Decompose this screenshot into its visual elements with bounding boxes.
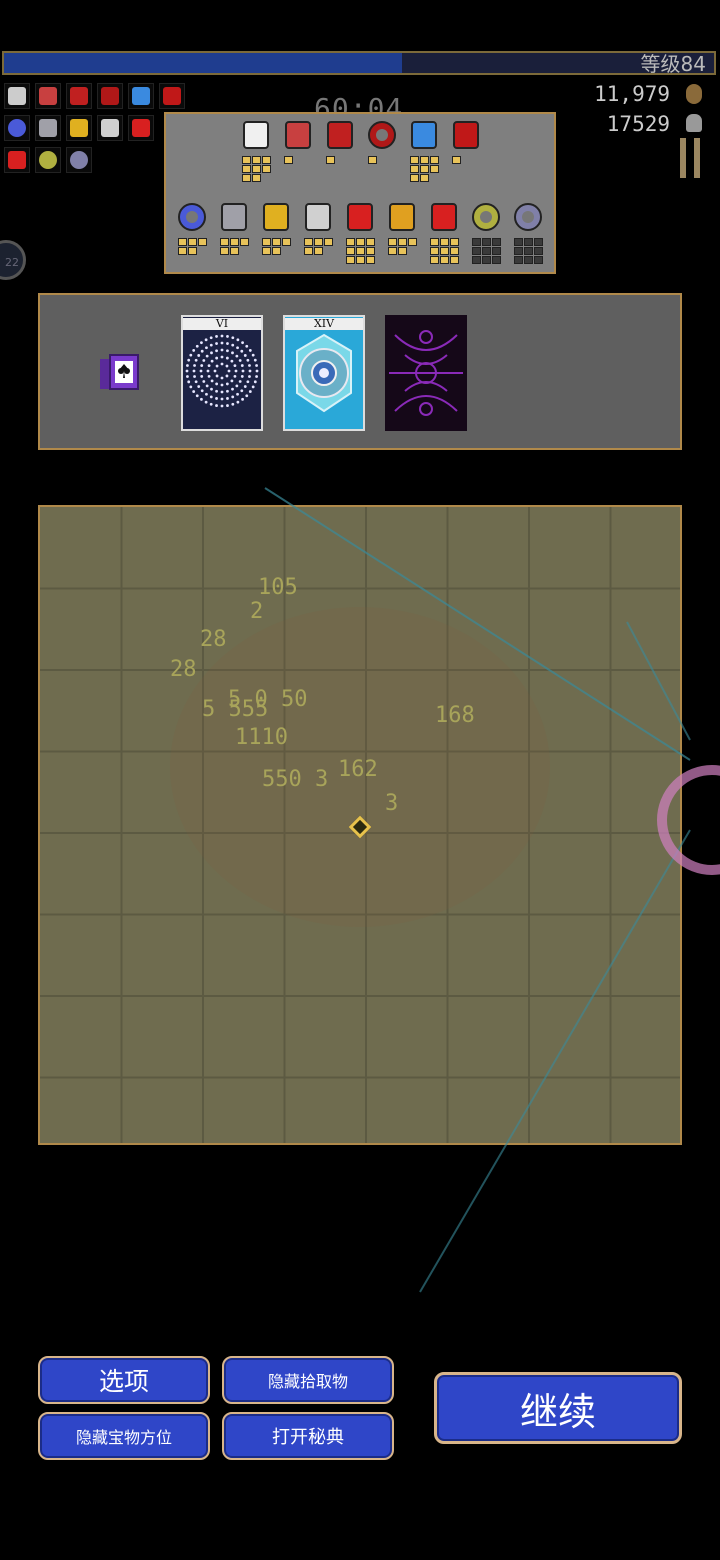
- level-pips: [404, 156, 444, 182]
- level-pips: [508, 238, 548, 264]
- silver-ring-icon: [66, 147, 92, 173]
- inventory-slot[interactable]: [362, 118, 402, 198]
- kill-counter: 17529: [606, 112, 670, 136]
- diamond-icon: [35, 83, 61, 109]
- level-pips: [382, 238, 422, 255]
- armor-icon: [35, 115, 61, 141]
- arrow-icon: [128, 115, 154, 141]
- inventory-slot[interactable]: [172, 200, 212, 280]
- heart-icon: [97, 115, 123, 141]
- cage-icon: [259, 200, 293, 234]
- open-codex-button[interactable]: 打开秘典: [222, 1412, 394, 1460]
- inventory-slot[interactable]: [298, 200, 338, 280]
- orb-icon: [4, 115, 30, 141]
- level-pips: [424, 238, 464, 264]
- inventory-slot[interactable]: [508, 200, 548, 280]
- red-cross-icon: [427, 200, 461, 234]
- red-arrow-icon: [343, 200, 377, 234]
- damage-number: 28: [200, 627, 227, 652]
- inventory-slot[interactable]: [320, 118, 360, 198]
- inventory-slot[interactable]: [382, 200, 422, 280]
- gold-counter: 11,979: [594, 82, 670, 106]
- book-icon: [323, 118, 357, 152]
- level-pips: [466, 238, 506, 264]
- inventory-slot[interactable]: [404, 118, 444, 198]
- inventory-slot[interactable]: [340, 200, 380, 280]
- level-pips: [298, 238, 338, 255]
- heart-icon: [301, 200, 335, 234]
- xp-fill: [4, 53, 402, 73]
- magic-wand-icon: [128, 83, 154, 109]
- level-pips: [256, 238, 296, 255]
- gold-ring-icon: [469, 200, 503, 234]
- damage-number: 162: [338, 757, 378, 782]
- card-numeral: XIV: [285, 318, 363, 330]
- spiral-icon: [365, 118, 399, 152]
- coin-icon: [686, 84, 702, 104]
- inventory-panel: [164, 112, 556, 274]
- damage-number: 28: [170, 657, 197, 682]
- hide-pickups-button[interactable]: 隐藏拾取物: [222, 1356, 394, 1404]
- inventory-slot[interactable]: [236, 118, 276, 198]
- inventory-slot[interactable]: [424, 200, 464, 280]
- level-pips: [278, 156, 318, 164]
- gold-ring-icon: [35, 147, 61, 173]
- peachone-icon: [4, 83, 30, 109]
- cloak-icon: [159, 83, 185, 109]
- pause-button[interactable]: [680, 138, 702, 178]
- arcana-card-xiv[interactable]: XIV: [283, 315, 365, 431]
- dove-icon: [239, 118, 273, 152]
- cloak-icon: [449, 118, 483, 152]
- level-pips: [236, 156, 276, 182]
- king-bible-icon: [66, 83, 92, 109]
- armor-icon: [217, 200, 251, 234]
- arrow-icon: [4, 147, 30, 173]
- map-view[interactable]: 105 2 28 28 5 0 50 5 555 1110 162 550 3 168 3: [38, 505, 682, 1145]
- inventory-slot[interactable]: [466, 200, 506, 280]
- cage-icon: [66, 115, 92, 141]
- diamond-icon: [281, 118, 315, 152]
- damage-number: 3: [385, 791, 399, 816]
- inventory-slot[interactable]: [278, 118, 318, 198]
- arcana-deck-icon: [98, 351, 142, 395]
- silver-ring-icon: [511, 200, 545, 234]
- damage-number: 105: [258, 575, 298, 600]
- damage-number: 550 3: [262, 767, 329, 792]
- arcana-panel: VI XIV: [38, 293, 682, 450]
- arcana-card-vi[interactable]: VI: [181, 315, 263, 431]
- crown-icon: [385, 200, 419, 234]
- card-numeral: VI: [183, 318, 261, 330]
- inventory-slot[interactable]: [256, 200, 296, 280]
- level-pips: [446, 156, 486, 164]
- orb-icon: [175, 200, 209, 234]
- skull-icon: [686, 114, 702, 132]
- level-label: 等级84: [640, 52, 706, 76]
- damage-number: 2: [250, 599, 264, 624]
- options-button[interactable]: 选项: [38, 1356, 210, 1404]
- wand-icon: [407, 118, 441, 152]
- level-pips: [214, 238, 254, 255]
- level-pips: [172, 238, 212, 255]
- level-pips: [362, 156, 402, 164]
- continue-button[interactable]: 继续: [434, 1372, 682, 1444]
- damage-number: 1110: [235, 725, 288, 750]
- inventory-slot[interactable]: [446, 118, 486, 198]
- hide-treasure-button[interactable]: 隐藏宝物方位: [38, 1412, 210, 1460]
- arcana-card-hidden[interactable]: [385, 315, 467, 431]
- fire-wand-icon: [97, 83, 123, 109]
- xp-bar: 等级84: [2, 51, 716, 75]
- damage-number: 5 555: [202, 697, 269, 722]
- damage-number: 168: [435, 703, 475, 728]
- level-pips: [340, 238, 380, 264]
- inventory-slot[interactable]: [214, 200, 254, 280]
- level-pips: [320, 156, 360, 164]
- level-badge: 22: [0, 240, 26, 280]
